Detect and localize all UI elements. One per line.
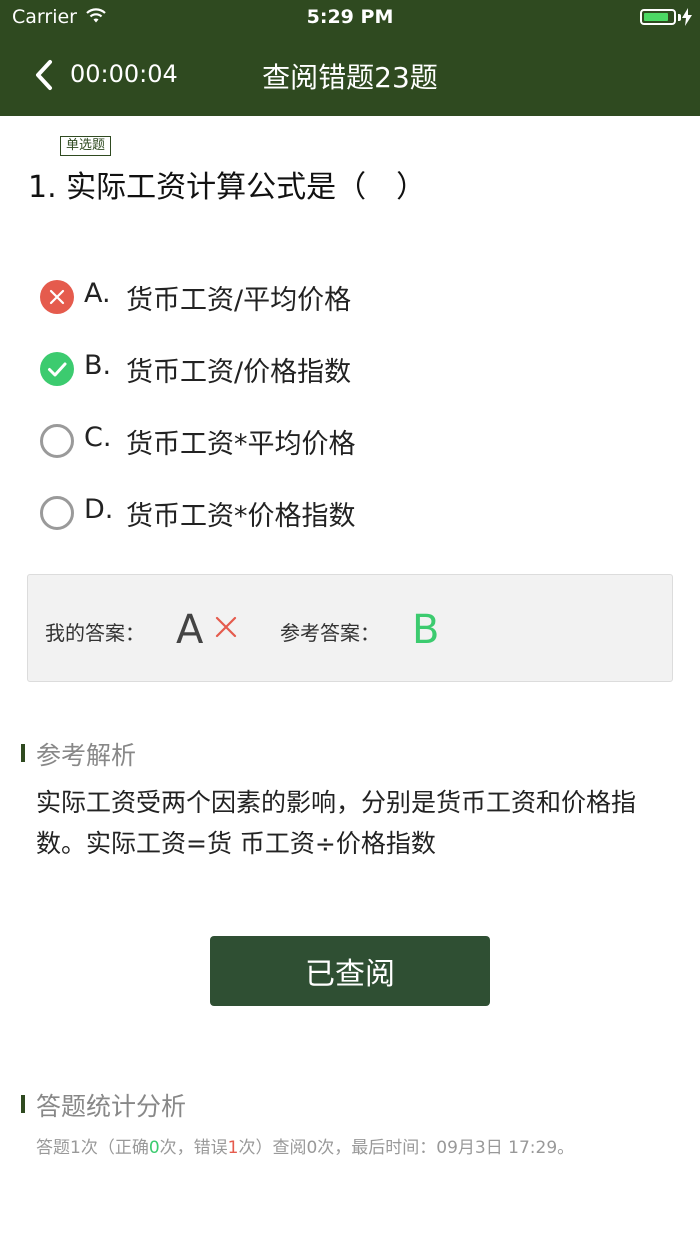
analysis-title: 参考解析 <box>36 741 137 770</box>
charging-bolt-icon <box>682 8 692 26</box>
page-title: 查阅错题23题 <box>262 61 438 94</box>
stats-prefix: 答题1次（正确 <box>36 1138 149 1158</box>
stats-mid: 次，错误 <box>159 1138 228 1158</box>
my-answer-value: A <box>176 607 204 653</box>
option-letter: B. <box>84 350 112 381</box>
answer-summary-box: 我的答案： A 参考答案： B <box>27 574 673 682</box>
options-list: A. 货币工资/平均价格 B. 货币工资/价格指数 C. 货币工资*平均价格 D… <box>40 278 356 566</box>
check-icon <box>40 352 74 386</box>
radio-empty-icon <box>40 496 74 530</box>
reference-answer-label: 参考答案： <box>280 621 380 645</box>
option-text: 货币工资*平均价格 <box>126 429 356 460</box>
battery-icon <box>640 9 676 25</box>
stats-text: 答题1次（正确0次，错误1次）查阅0次，最后时间：09月3日 17:29。 <box>36 1133 574 1158</box>
battery-level <box>644 13 668 21</box>
option-letter: A. <box>84 278 111 309</box>
correct-count: 0 <box>148 1138 160 1158</box>
battery-tip <box>678 14 681 21</box>
option-letter: C. <box>84 422 112 453</box>
option-b[interactable]: B. 货币工资/价格指数 <box>40 350 356 422</box>
nav-header: Carrier 5:29 PM 00:00:04 查阅错题23题 <box>0 0 700 116</box>
section-marker <box>21 1095 25 1113</box>
reviewed-button[interactable]: 已查阅 <box>210 936 490 1006</box>
stats-title: 答题统计分析 <box>36 1092 187 1121</box>
radio-empty-icon <box>40 424 74 458</box>
stats-suffix: 次）查阅0次，最后时间：09月3日 17:29。 <box>238 1138 575 1158</box>
my-answer-label: 我的答案： <box>45 621 145 645</box>
clock: 5:29 PM <box>306 6 394 28</box>
option-a[interactable]: A. 货币工资/平均价格 <box>40 278 356 350</box>
status-bar: Carrier 5:29 PM <box>0 0 700 36</box>
wrong-x-icon <box>40 280 74 314</box>
wrong-count: 1 <box>227 1138 239 1158</box>
option-letter: D. <box>84 494 114 525</box>
question-text: 1. 实际工资计算公式是（ ） <box>28 170 427 205</box>
option-text: 货币工资*价格指数 <box>126 501 356 532</box>
wrong-mark-icon <box>215 616 237 638</box>
option-text: 货币工资/平均价格 <box>126 285 352 316</box>
option-text: 货币工资/价格指数 <box>126 357 352 388</box>
section-marker <box>21 744 25 762</box>
option-c[interactable]: C. 货币工资*平均价格 <box>40 422 356 494</box>
reference-answer-value: B <box>412 607 440 653</box>
question-type-badge: 单选题 <box>60 136 112 156</box>
option-d[interactable]: D. 货币工资*价格指数 <box>40 494 356 566</box>
analysis-text: 实际工资受两个因素的影响，分别是货币工资和价格指数。实际工资=货 币工资÷价格指… <box>36 788 637 858</box>
